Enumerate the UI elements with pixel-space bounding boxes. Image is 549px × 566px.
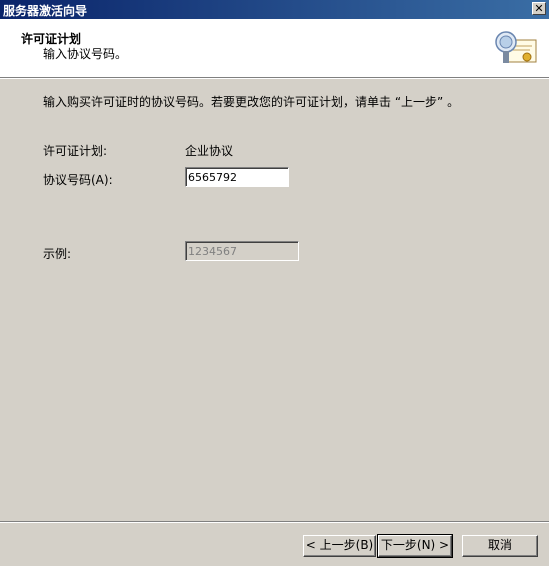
example-label: 示例: — [43, 247, 72, 261]
example-input — [185, 241, 299, 261]
wizard-header: 许可证计划 输入协议号码。 — [0, 19, 549, 78]
next-button[interactable]: 下一步(N) > — [377, 534, 453, 558]
agreement-number-input[interactable] — [185, 167, 289, 187]
title-bar: 服务器激活向导 ✕ — [0, 0, 549, 19]
license-plan-value: 企业协议 — [185, 144, 234, 158]
agreement-number-label: 协议号码(A): — [43, 173, 113, 187]
instruction-text: 输入购买许可证时的协议号码。若要更改您的许可证计划，请单击 “上一步” 。 — [43, 95, 460, 109]
header-divider — [0, 78, 549, 79]
footer-divider-highlight — [0, 522, 549, 523]
close-icon: ✕ — [534, 2, 544, 15]
page-subtitle: 输入协议号码。 — [43, 47, 128, 61]
license-plan-label: 许可证计划: — [43, 144, 108, 158]
cancel-button[interactable]: 取消 — [462, 535, 538, 557]
back-button[interactable]: < 上一步(B) — [303, 535, 376, 557]
certificate-icon — [495, 31, 537, 63]
window-title: 服务器激活向导 — [3, 4, 88, 18]
close-button[interactable]: ✕ — [532, 2, 546, 15]
